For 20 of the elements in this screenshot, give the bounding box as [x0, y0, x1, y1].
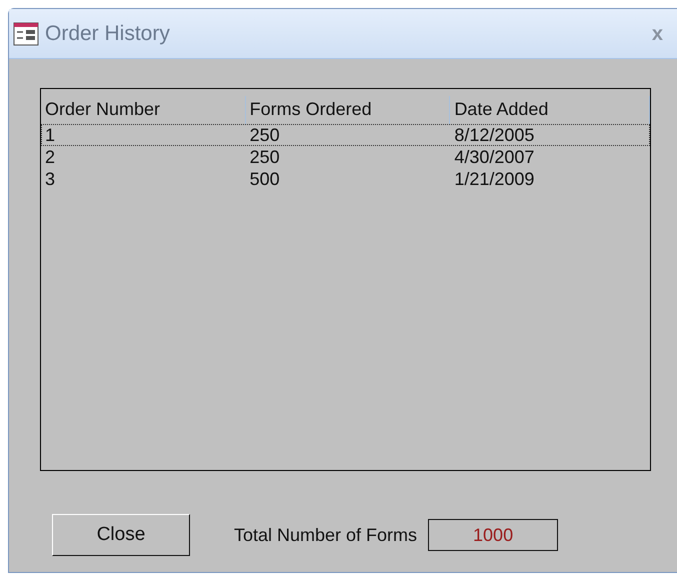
window-title: Order History	[45, 20, 170, 47]
list-row[interactable]: 1 250 8/12/2005	[41, 124, 650, 146]
column-header[interactable]: Date Added	[450, 96, 650, 124]
list-cell-text: 1	[44, 124, 56, 146]
form-icon	[13, 22, 39, 46]
total-field[interactable]: 1000	[428, 519, 558, 551]
list-cell-text: 1/21/2009	[453, 168, 536, 190]
list-cell-text: 250	[248, 124, 281, 146]
list-cell-text: 500	[248, 168, 281, 190]
total-label: Total Number of Forms	[234, 524, 418, 546]
close-button[interactable]: Close	[52, 514, 190, 556]
list-cell-text: 4/30/2007	[453, 146, 536, 168]
list-row[interactable]: 2 250 4/30/2007	[41, 146, 650, 168]
column-header[interactable]: Order Number	[41, 96, 246, 124]
list-cell-text: 2	[44, 146, 56, 168]
column-header[interactable]: Forms Ordered	[246, 96, 450, 124]
list-cell-text: 8/12/2005	[453, 124, 536, 146]
list-cell-text: 3	[44, 168, 56, 190]
list-row[interactable]: 3 500 1/21/2009	[41, 168, 650, 190]
list-cell-text: 250	[248, 146, 281, 168]
